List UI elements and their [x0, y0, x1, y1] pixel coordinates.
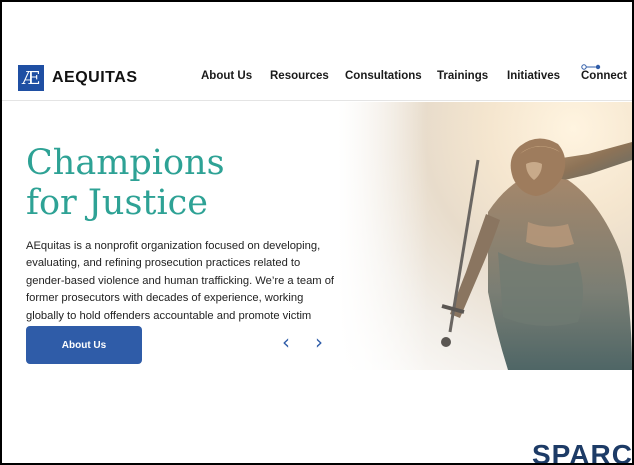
carousel-prev-icon[interactable]: ‹	[275, 331, 297, 353]
nav-item-consultations[interactable]: Consultations	[345, 70, 422, 82]
nav-item-connect[interactable]: Connect	[581, 70, 627, 82]
sparc-partner-logo[interactable]: SPARC	[532, 439, 632, 463]
hero-image-fade	[338, 102, 428, 370]
nav-item-trainings[interactable]: Trainings	[437, 70, 488, 82]
headline-line-2: for Justice	[26, 183, 208, 223]
browser-viewport: Æ AEQUITAS About Us Resources Consultati…	[0, 0, 634, 465]
brand-name: AEQUITAS	[52, 69, 138, 86]
carousel-next-icon[interactable]: ›	[308, 331, 330, 353]
aequitas-logo[interactable]: Æ AEQUITAS	[18, 65, 137, 91]
hero-headline: Champions for Justice	[26, 143, 225, 223]
headline-line-1: Champions	[26, 143, 225, 183]
nav-item-about-us[interactable]: About Us	[201, 70, 252, 82]
nav-item-initiatives[interactable]: Initiatives	[507, 70, 560, 82]
statue-of-justice-image	[338, 102, 632, 370]
about-us-button[interactable]: About Us	[26, 326, 142, 364]
main-navigation: Æ AEQUITAS About Us Resources Consultati…	[2, 58, 632, 101]
nav-item-resources[interactable]: Resources	[270, 70, 329, 82]
logo-mark-icon: Æ	[18, 65, 44, 91]
